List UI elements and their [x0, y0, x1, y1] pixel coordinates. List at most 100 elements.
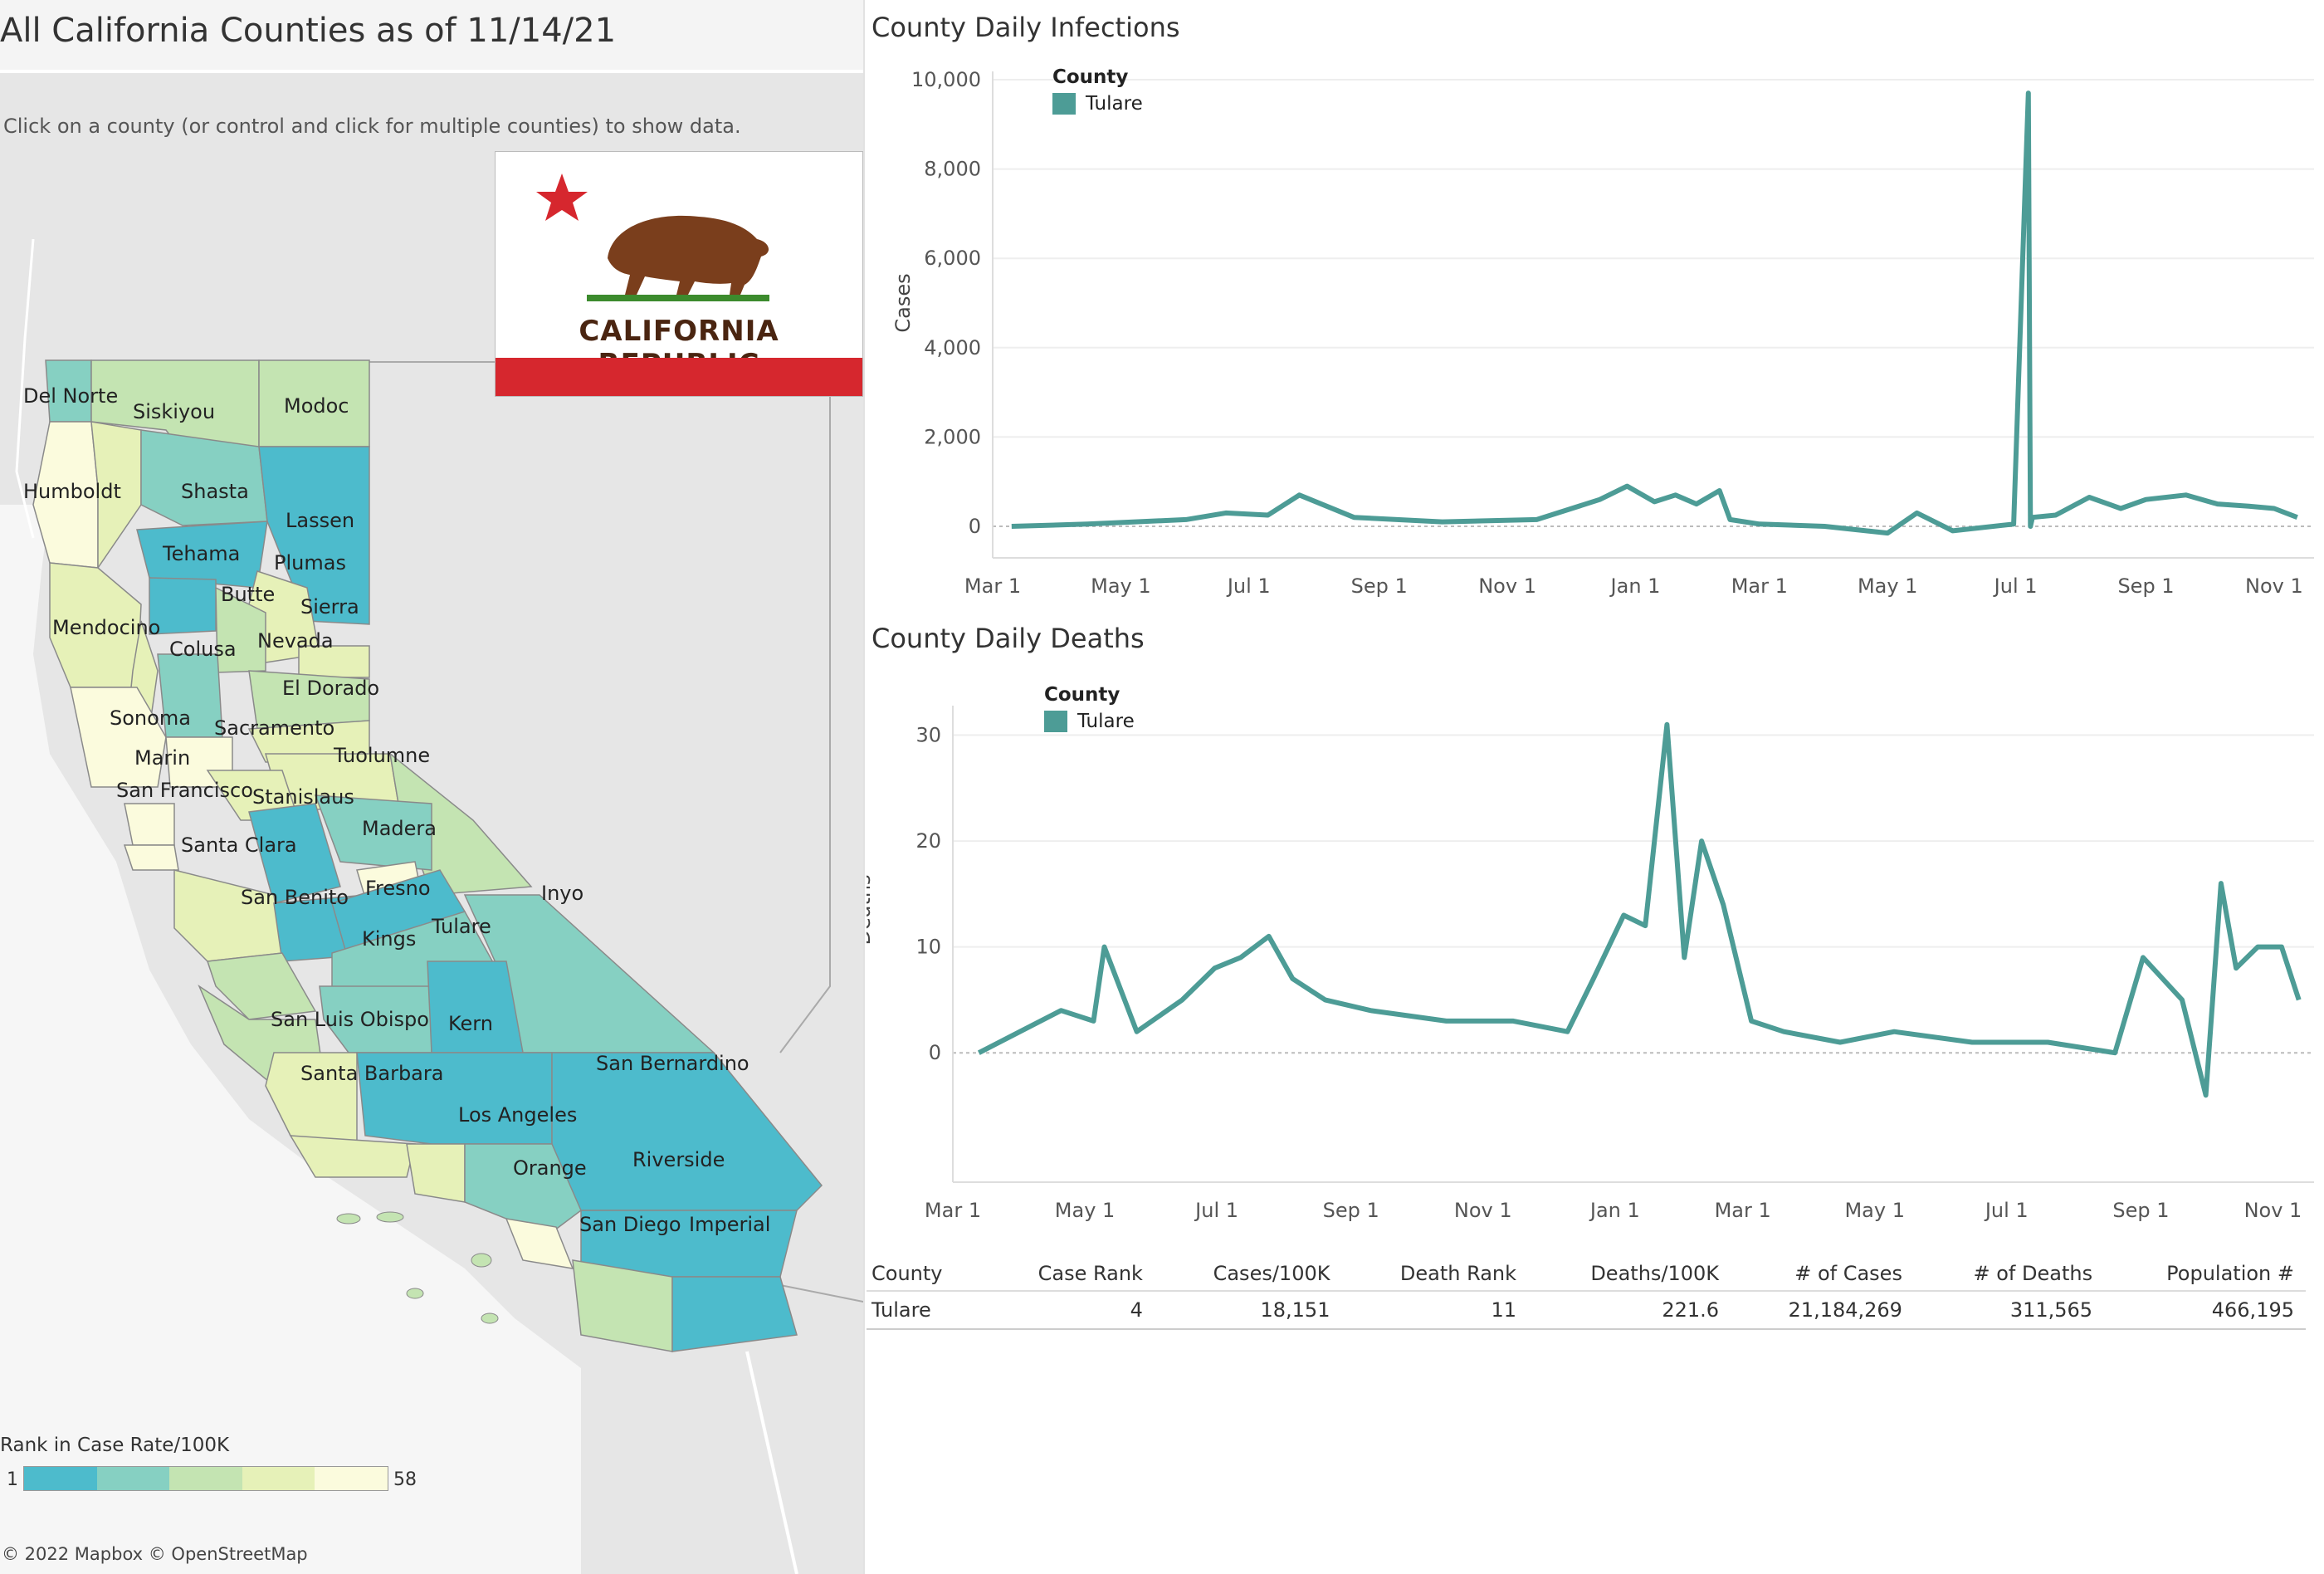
series-line-tulare: [977, 721, 2302, 1098]
y-tick-label: 10,000: [911, 68, 981, 91]
county-label: Sierra: [300, 595, 359, 618]
series-line-tulare: [1011, 90, 2298, 536]
california-flag: CALIFORNIA REPUBLIC: [495, 151, 863, 397]
county-label: Los Angeles: [458, 1103, 577, 1127]
y-tick-label: 30: [915, 724, 941, 747]
county-marin[interactable]: [124, 803, 175, 846]
star-icon: [536, 174, 588, 221]
x-tick-label: Jul 1: [1226, 574, 1271, 598]
county-label: Orange: [513, 1156, 587, 1180]
county-label: Del Norte: [23, 384, 118, 408]
x-tick-label: May 1: [1844, 1199, 1905, 1222]
legend-swatch: [315, 1467, 388, 1490]
column-header[interactable]: Deaths/100K: [1528, 1255, 1731, 1292]
legend-swatch: [169, 1467, 242, 1490]
county-label: Tulare: [431, 915, 491, 938]
county-label: San Bernardino: [596, 1052, 749, 1075]
x-tick-label: Jan 1: [1609, 574, 1661, 598]
infections-legend-item[interactable]: Tulare: [1052, 93, 1143, 115]
column-header[interactable]: # of Cases: [1731, 1255, 1914, 1292]
county-label: Colusa: [169, 638, 237, 661]
x-tick-label: Mar 1: [964, 574, 1021, 598]
map-legend-title: Rank in Case Rate/100K: [0, 1435, 230, 1456]
county-label: Kings: [362, 927, 416, 951]
infections-chart[interactable]: 0 2,000 4,000 6,000 8,000 10,000 Mar 1 May 1 Jul…: [867, 50, 2324, 614]
county-label: Tuolumne: [333, 744, 430, 767]
map-legend-max: 58: [393, 1469, 417, 1490]
infections-legend[interactable]: County Tulare: [1052, 66, 1143, 115]
county-label: San Francisco: [116, 779, 253, 802]
table-cell: 311,565: [1913, 1291, 2105, 1330]
bear-icon: [587, 215, 769, 301]
county-label: Kern: [448, 1012, 493, 1035]
x-tick-label: May 1: [1055, 1199, 1116, 1222]
flag-red-band: [496, 358, 862, 396]
county-tulare[interactable]: [427, 961, 524, 1053]
column-header[interactable]: Cases/100K: [1154, 1255, 1342, 1292]
x-tick-label: May 1: [1091, 574, 1151, 598]
county-label: Butte: [221, 583, 275, 606]
map-legend-color-ramp: [23, 1466, 388, 1491]
infections-legend-label: Tulare: [1086, 93, 1143, 115]
x-tick-label: Mar 1: [925, 1199, 981, 1222]
x-tick-label: Jul 1: [1984, 1199, 2029, 1222]
county-ventura[interactable]: [406, 1143, 466, 1203]
deaths-legend-title: County: [1044, 684, 1120, 706]
county-label: Sacramento: [214, 716, 334, 740]
table-row[interactable]: Tulare 4 18,151 11 221.6 21,184,269 311,…: [867, 1291, 2306, 1330]
y-axis-label: Cases: [891, 273, 915, 332]
table-header-row: County Case Rank Cases/100K Death Rank D…: [867, 1255, 2306, 1292]
county-label: Lassen: [286, 509, 354, 532]
legend-swatch: [1044, 711, 1067, 732]
y-tick-label: 20: [915, 829, 941, 853]
dashboard-title-bar: All California Counties as of 11/14/21: [0, 0, 863, 70]
infections-chart-title: County Daily Infections: [872, 12, 1180, 43]
x-tick-label: Sep 1: [2117, 574, 2174, 598]
column-header[interactable]: Death Rank: [1341, 1255, 1529, 1292]
column-header[interactable]: Case Rank: [983, 1255, 1155, 1292]
x-tick-label: May 1: [1858, 574, 1918, 598]
county-label: Nevada: [257, 629, 334, 653]
county-san-francisco[interactable]: [123, 844, 179, 871]
legend-swatch: [1052, 93, 1076, 115]
county-label: Madera: [362, 817, 437, 840]
table-cell: 11: [1341, 1291, 1529, 1330]
county-label: Stanislaus: [252, 785, 354, 809]
x-tick-label: Mar 1: [1731, 574, 1788, 598]
column-header[interactable]: Population #: [2104, 1255, 2306, 1292]
x-tick-label: Nov 1: [1454, 1199, 1512, 1222]
y-tick-label: 4,000: [924, 336, 981, 359]
county-label: Modoc: [284, 394, 349, 418]
county-label: San Diego: [579, 1213, 681, 1236]
panel-divider: [863, 0, 865, 1574]
county-label: Plumas: [274, 551, 346, 574]
y-tick-label: 6,000: [924, 247, 981, 270]
map-legend-min: 1: [7, 1469, 18, 1490]
deaths-legend[interactable]: County Tulare: [1044, 684, 1135, 732]
table-cell: 4: [983, 1291, 1155, 1330]
column-header[interactable]: County: [867, 1255, 984, 1292]
county-label: Humboldt: [23, 480, 121, 503]
county-label: San Benito: [241, 886, 349, 909]
legend-swatch: [24, 1467, 97, 1490]
y-tick-label: 0: [929, 1041, 941, 1064]
county-label: Santa Barbara: [300, 1062, 443, 1085]
county-label: Tehama: [162, 542, 240, 565]
county-label: Riverside: [632, 1148, 725, 1171]
county-label: Inyo: [541, 882, 583, 905]
map-attribution[interactable]: © 2022 Mapbox © OpenStreetMap: [2, 1544, 308, 1564]
table-cell: 466,195: [2104, 1291, 2306, 1330]
y-tick-label: 0: [969, 515, 981, 538]
x-tick-label: Nov 1: [1478, 574, 1536, 598]
county-label: Santa Clara: [181, 833, 297, 857]
county-label: Siskiyou: [133, 400, 215, 423]
column-header[interactable]: # of Deaths: [1913, 1255, 2105, 1292]
county-map[interactable]: Del Norte Siskiyou Modoc Humboldt Shasta…: [0, 73, 863, 1574]
x-tick-label: Nov 1: [2244, 1199, 2302, 1222]
table-cell: 21,184,269: [1731, 1291, 1914, 1330]
deaths-chart[interactable]: 0 10 20 30 Mar 1 May 1 Jul 1 Sep 1 Nov 1 Jan 1 Mar…: [867, 664, 2324, 1229]
deaths-legend-item[interactable]: Tulare: [1044, 711, 1135, 732]
x-tick-label: Jul 1: [1194, 1199, 1238, 1222]
y-tick-label: 8,000: [924, 158, 981, 181]
table-cell: Tulare: [867, 1291, 984, 1330]
